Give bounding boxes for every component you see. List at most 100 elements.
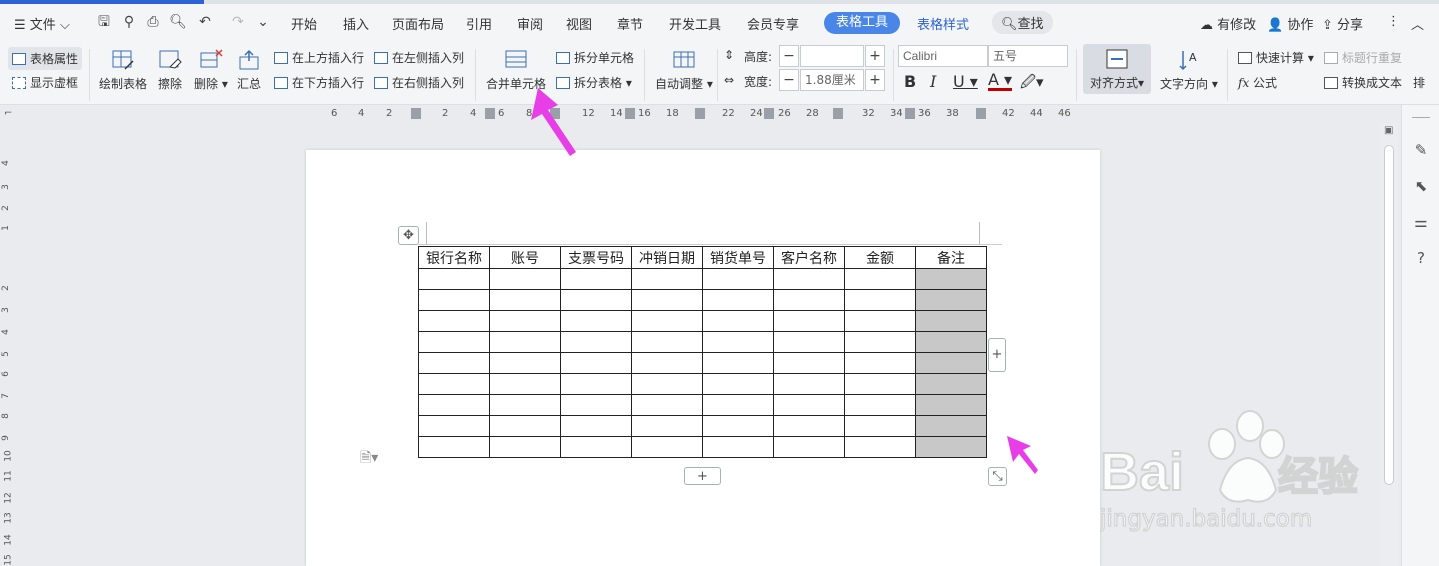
table-cell[interactable] [702,352,774,374]
more-icon[interactable]: ⋮ [1387,14,1400,29]
tab-2[interactable]: 页面布局 [392,14,444,33]
bold-button[interactable]: B [904,72,916,91]
selected-table-cell[interactable] [915,415,987,437]
table-cell[interactable] [560,268,632,290]
delete-button[interactable]: 删除 ▾ [194,49,228,92]
width-increase-button[interactable]: + [865,69,885,91]
tab-5[interactable]: 视图 [566,14,592,33]
table-cell[interactable] [560,415,632,437]
table-header-cell[interactable]: 销货单号 [702,246,774,269]
table-header-cell[interactable]: 支票号码 [560,246,632,269]
modified-button[interactable]: ☁ 有修改 [1200,14,1256,33]
table-cell[interactable] [844,289,916,311]
tab-8[interactable]: 会员专享 [747,14,799,33]
ruler-column-marker[interactable] [833,108,843,119]
table-cell[interactable] [702,310,774,332]
table-cell[interactable] [844,394,916,416]
table-cell[interactable] [702,373,774,395]
table-cell[interactable] [489,436,561,458]
table-header-cell[interactable]: 冲销日期 [631,246,703,269]
table-cell[interactable] [560,289,632,311]
share-button[interactable]: ⇪ 分享 [1322,14,1363,33]
insert-row-above-button[interactable]: 在上方插入行 [274,49,364,66]
erase-button[interactable]: 擦除 [158,49,182,92]
tab-table-tools[interactable]: 表格工具 [824,12,901,34]
table-cell[interactable] [560,352,632,374]
table-cell[interactable] [773,436,845,458]
save-icon[interactable]: 🖫 [94,12,114,32]
table-cell[interactable] [560,436,632,458]
ruler-column-marker[interactable] [625,108,635,119]
tab-4[interactable]: 审阅 [517,14,543,33]
table-cell[interactable] [560,373,632,395]
tab-7[interactable]: 开发工具 [669,14,721,33]
font-color-button[interactable]: A ▾ [988,72,1013,91]
active-document-tab[interactable] [0,0,204,4]
table-cell[interactable] [418,310,490,332]
table-cell[interactable] [844,415,916,437]
table-cell[interactable] [489,373,561,395]
table-cell[interactable] [418,352,490,374]
table-cell[interactable] [844,268,916,290]
file-menu[interactable]: ☰ 文件 ⌵ [14,14,70,33]
insert-col-left-button[interactable]: 在左侧插入列 [374,49,464,66]
width-decrease-button[interactable]: − [779,69,799,91]
table-cell[interactable] [489,289,561,311]
table-cell[interactable] [418,415,490,437]
table-cell[interactable] [489,394,561,416]
table-header-cell[interactable]: 金额 [844,246,916,269]
title-repeat-button[interactable]: 标题行重复 [1324,49,1402,66]
table-cell[interactable] [631,310,703,332]
horizontal-ruler[interactable]: 6 4 2 2 4 6 8 12 14 16 18 22 24 26 28 32 34 36 38 42 44 46 ⌐ [0,105,1439,123]
table-cell[interactable] [489,310,561,332]
quick-calc-button[interactable]: 快速计算 ▾ [1238,49,1314,66]
selected-table-cell[interactable] [915,331,987,353]
height-decrease-button[interactable]: − [779,45,799,67]
tab-table-style[interactable]: 表格样式 [917,14,969,33]
format-painter-icon[interactable]: ⚲ [119,12,139,32]
ruler-column-marker[interactable] [764,108,774,119]
print-icon[interactable]: ⎙ [143,12,163,32]
table-cell[interactable] [418,436,490,458]
cursor-select-icon[interactable]: ⬉ [1412,177,1430,195]
table-cell[interactable] [702,289,774,311]
collapse-ribbon-icon[interactable]: ︿ [1411,14,1424,33]
height-increase-button[interactable]: + [865,45,885,67]
table-cell[interactable] [844,373,916,395]
tab-6[interactable]: 章节 [617,14,643,33]
selected-table-cell[interactable] [915,289,987,311]
ruler-column-marker[interactable] [695,108,705,119]
table-cell[interactable] [489,268,561,290]
selected-table-cell[interactable] [915,436,987,458]
customize-dropdown-icon[interactable]: ⌄ [253,12,273,32]
settings-sliders-icon[interactable]: ⚌ [1412,213,1430,231]
tab-stop-selector-icon[interactable]: ⌐ [4,108,12,119]
split-cell-button[interactable]: 拆分单元格 [556,49,634,66]
table-cell[interactable] [631,331,703,353]
ruler-column-marker[interactable] [976,108,986,119]
table-cell[interactable] [773,415,845,437]
undo-icon[interactable]: ↶ [195,12,215,32]
insert-row-below-button[interactable]: 在下方插入行 [274,74,364,91]
table-move-handle-icon[interactable]: ✥ [398,226,419,245]
table-header-cell[interactable]: 客户名称 [773,246,845,269]
formula-button[interactable]: fx 公式 [1238,74,1277,91]
table-cell[interactable] [844,331,916,353]
sort-button[interactable]: 排 [1413,74,1425,91]
align-button[interactable]: 对齐方式▾ [1083,44,1151,94]
ruler-column-marker[interactable] [411,108,421,119]
collab-button[interactable]: 👤 协作 [1267,14,1313,33]
tab-1[interactable]: 插入 [343,14,369,33]
table-cell[interactable] [773,352,845,374]
auto-fit-button[interactable]: 自动调整 ▾ [655,49,713,92]
table-header-cell[interactable]: 银行名称 [418,246,490,269]
table-cell[interactable] [702,436,774,458]
table-cell[interactable] [844,436,916,458]
table-cell[interactable] [773,268,845,290]
selected-table-cell[interactable] [915,373,987,395]
vertical-ruler[interactable]: 4 3 2 1 2 3 4 5 6 7 8 9 10 11 12 13 14 15 [0,123,16,566]
highlight-icon[interactable]: 🖉▾ [1020,72,1044,97]
tab-3[interactable]: 引用 [466,14,492,33]
search-button[interactable]: 🔍︎查找 [992,11,1053,34]
table-cell[interactable] [631,289,703,311]
